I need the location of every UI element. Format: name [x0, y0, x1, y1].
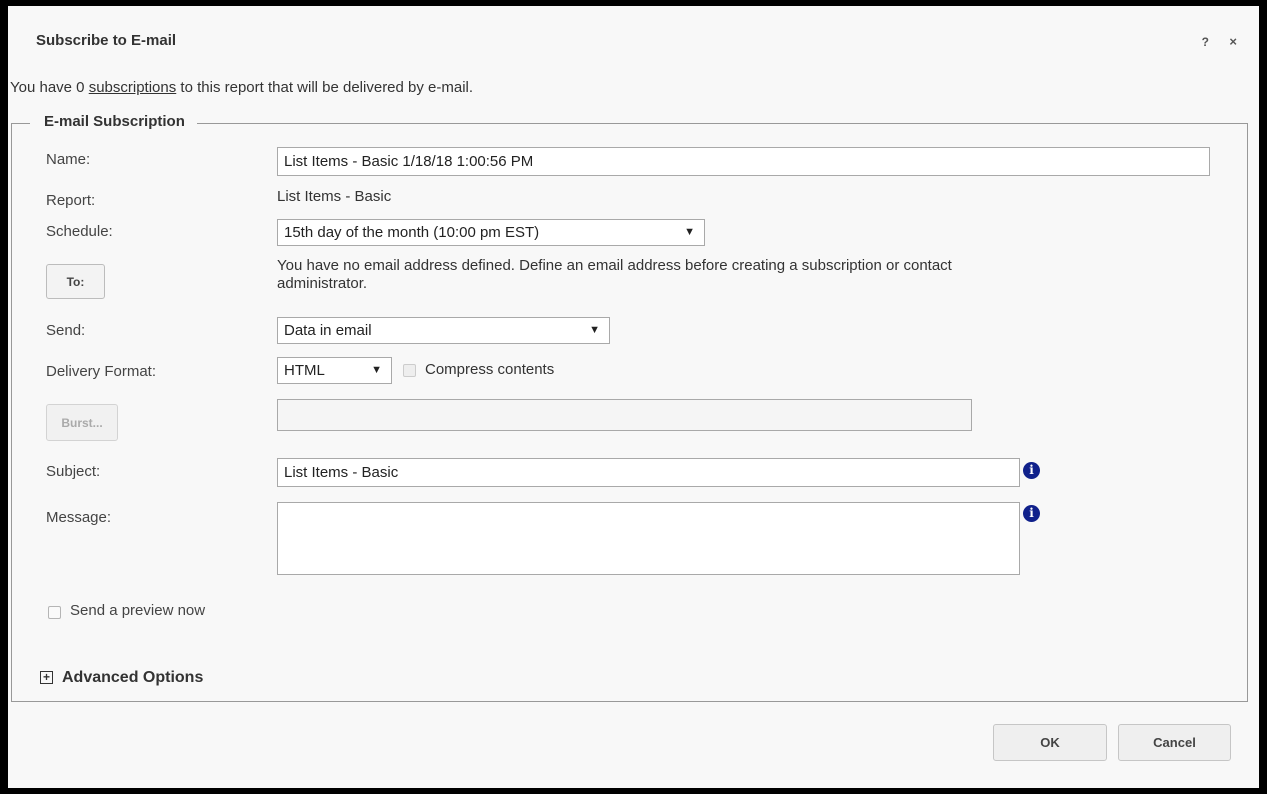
subscriptions-link[interactable]: subscriptions	[89, 79, 177, 96]
message-textarea[interactable]	[277, 502, 1020, 575]
advanced-options-toggle[interactable]: + Advanced Options	[40, 669, 203, 687]
cancel-button[interactable]: Cancel	[1118, 724, 1231, 761]
delivery-format-select[interactable]: HTML ▼	[277, 357, 392, 384]
to-message-line1: You have no email address defined. Defin…	[277, 257, 952, 274]
delivery-format-label: Delivery Format:	[46, 363, 157, 380]
report-value: List Items - Basic	[277, 188, 392, 205]
delivery-format-value: HTML	[284, 362, 325, 379]
compress-contents-label: Compress contents	[425, 361, 555, 378]
chevron-down-icon: ▼	[684, 226, 695, 238]
ok-button[interactable]: OK	[993, 724, 1107, 761]
subject-label: Subject:	[46, 463, 101, 480]
send-select[interactable]: Data in email ▼	[277, 317, 610, 344]
fieldset-legend: E-mail Subscription	[30, 113, 197, 130]
close-icon[interactable]: ×	[1229, 34, 1237, 49]
intro-prefix: You have 0	[10, 79, 85, 96]
message-label: Message:	[46, 509, 112, 526]
schedule-value: 15th day of the month (10:00 pm EST)	[284, 224, 540, 241]
compress-contents-checkbox[interactable]	[403, 364, 416, 377]
burst-button[interactable]: Burst...	[46, 404, 118, 441]
burst-field[interactable]	[277, 399, 972, 431]
advanced-options-label: Advanced Options	[62, 669, 204, 686]
subject-input[interactable]: List Items - Basic	[277, 458, 1020, 487]
schedule-label: Schedule:	[46, 223, 113, 240]
chevron-down-icon: ▼	[371, 364, 382, 376]
help-icon[interactable]: ?	[1202, 35, 1209, 49]
subscription-count-text: You have 0 subscriptions to this report …	[10, 79, 473, 96]
info-icon[interactable]: i	[1023, 462, 1040, 479]
report-label: Report:	[46, 192, 96, 209]
to-button[interactable]: To:	[46, 264, 105, 299]
dialog-title: Subscribe to E-mail	[36, 32, 177, 49]
send-label: Send:	[46, 322, 86, 339]
email-subscription-fieldset: E-mail Subscription Name: List Items - B…	[11, 113, 1248, 702]
name-label: Name:	[46, 151, 91, 168]
chevron-down-icon: ▼	[589, 324, 600, 336]
to-message-line2: administrator.	[277, 275, 368, 292]
dialog-titlebar: Subscribe to E-mail ? ×	[8, 6, 1259, 70]
send-value: Data in email	[284, 322, 372, 339]
name-input[interactable]: List Items - Basic 1/18/18 1:00:56 PM	[277, 147, 1210, 176]
subscribe-dialog: Subscribe to E-mail ? × You have 0 subsc…	[8, 6, 1259, 788]
intro-suffix: to this report that will be delivered by…	[180, 79, 474, 96]
send-preview-label: Send a preview now	[70, 602, 206, 619]
info-icon[interactable]: i	[1023, 505, 1040, 522]
plus-box-icon: +	[40, 671, 53, 684]
schedule-select[interactable]: 15th day of the month (10:00 pm EST) ▼	[277, 219, 705, 246]
send-preview-checkbox[interactable]	[48, 606, 61, 619]
